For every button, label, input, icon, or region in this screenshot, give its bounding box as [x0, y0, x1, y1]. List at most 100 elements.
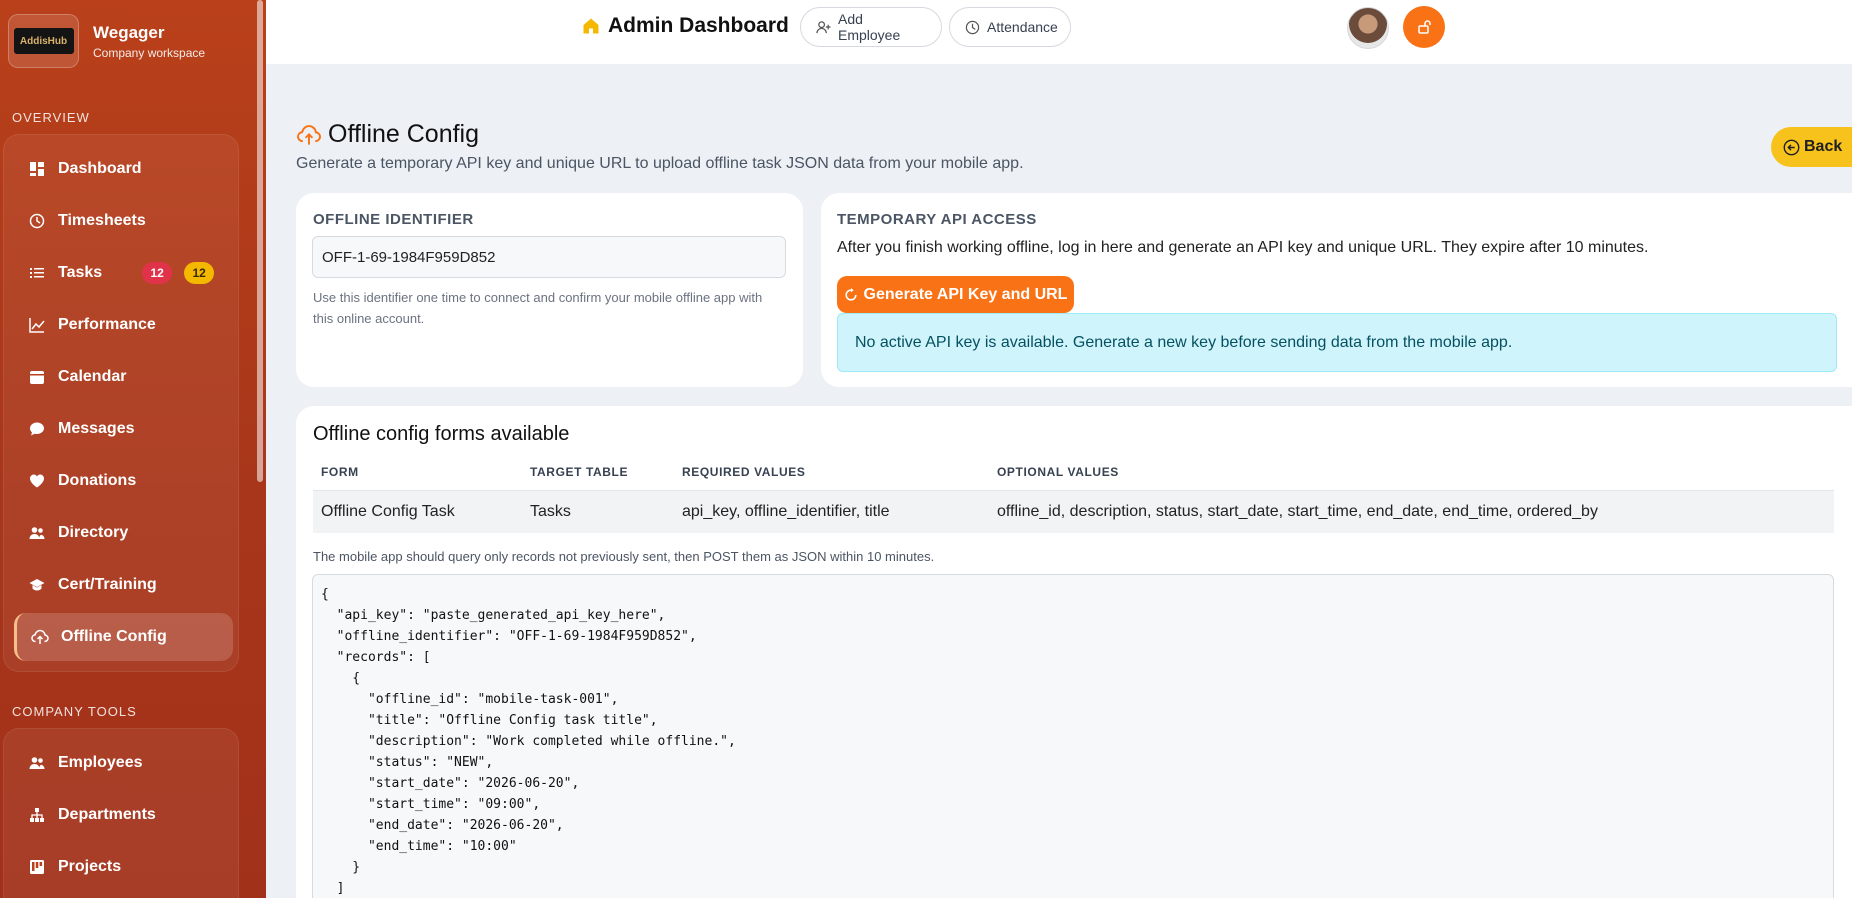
overview-nav-group: Dashboard Timesheets Tasks 12 12 Perform…	[3, 134, 239, 672]
list-icon	[28, 264, 46, 282]
cell-form: Offline Config Task	[313, 490, 522, 533]
app-title: Admin Dashboard	[582, 14, 789, 38]
col-header-required-values: REQUIRED VALUES	[674, 454, 989, 491]
cloud-upload-icon	[31, 628, 49, 646]
back-button[interactable]: Back	[1771, 127, 1852, 167]
back-arrow-icon	[1783, 139, 1800, 156]
sidebar-item-label: Employees	[58, 754, 143, 771]
offline-identifier-hint: Use this identifier one time to connect …	[313, 290, 763, 326]
page-title: Offline Config	[296, 120, 479, 149]
brand-name: Wegager	[93, 22, 165, 42]
add-employee-button[interactable]: Add Employee	[800, 7, 942, 47]
sidebar-item-label: Tasks	[58, 264, 103, 281]
sidebar-item-projects[interactable]: Projects	[14, 843, 233, 891]
company-logo: AddisHub	[8, 14, 79, 68]
company-logo-text: AddisHub	[13, 28, 74, 54]
sidebar-item-label: Cert/Training	[58, 576, 157, 593]
calendar-icon	[28, 368, 46, 386]
tasks-badge-red: 12	[142, 262, 173, 284]
sidebar-item-label: Donations	[58, 472, 137, 489]
sidebar-item-employees[interactable]: Employees	[14, 739, 233, 787]
attendance-button[interactable]: Attendance	[949, 7, 1071, 47]
api-access-label: TEMPORARY API ACCESS	[837, 211, 1037, 228]
dashboard-icon	[28, 160, 46, 178]
unlock-button[interactable]	[1403, 6, 1445, 48]
sidebar-item-label: Dashboard	[58, 160, 142, 177]
forms-card-title: Offline config forms available	[313, 423, 570, 445]
sidebar-item-performance[interactable]: Performance	[14, 301, 233, 349]
json-example-code[interactable]: { "api_key": "paste_generated_api_key_he…	[312, 574, 1834, 898]
clock-icon	[965, 20, 980, 35]
sidebar-item-cert-training[interactable]: Cert/Training	[14, 561, 233, 609]
offline-identifier-card: OFFLINE IDENTIFIER OFF-1-69-1984F959D852…	[296, 193, 803, 387]
brand-subtitle: Company workspace	[93, 45, 206, 60]
user-avatar[interactable]	[1347, 7, 1389, 49]
unlock-icon	[1416, 19, 1432, 35]
col-header-target-table: TARGET TABLE	[522, 454, 674, 491]
offline-identifier-field[interactable]: OFF-1-69-1984F959D852	[312, 236, 786, 278]
app-title-text: Admin Dashboard	[608, 14, 789, 37]
sidebar-item-calendar[interactable]: Calendar	[14, 353, 233, 401]
sidebar-item-label: Directory	[58, 524, 129, 541]
col-header-form: FORM	[313, 454, 522, 491]
sidebar-item-departments[interactable]: Departments	[14, 791, 233, 839]
people-icon	[28, 524, 46, 542]
overview-section-label: OVERVIEW	[12, 110, 90, 125]
sidebar-item-offline-config[interactable]: Offline Config	[14, 613, 233, 661]
cloud-upload-icon	[296, 124, 322, 146]
sidebar-item-directory[interactable]: Directory	[14, 509, 233, 557]
refresh-icon	[844, 287, 858, 302]
tasks-badge-yellow: 12	[184, 262, 215, 284]
cell-optional-values: offline_id, description, status, start_d…	[989, 490, 1834, 533]
graduation-icon	[28, 576, 46, 594]
people-icon	[28, 754, 46, 772]
heart-icon	[28, 472, 46, 490]
sidebar-item-label: Departments	[58, 806, 156, 823]
offline-identifier-label: OFFLINE IDENTIFIER	[313, 211, 474, 228]
offline-forms-card: Offline config forms available FORM TARG…	[296, 406, 1852, 898]
cell-required-values: api_key, offline_identifier, title	[674, 490, 989, 533]
sidebar-item-tasks[interactable]: Tasks 12 12	[14, 249, 233, 297]
generate-api-key-label: Generate API Key and URL	[863, 285, 1068, 303]
sidebar-item-label: Projects	[58, 858, 122, 875]
api-access-description: After you finish working offline, log in…	[837, 239, 1649, 256]
sidebar-item-label: Timesheets	[58, 212, 146, 229]
table-row[interactable]: Offline Config Task Tasks api_key, offli…	[313, 490, 1834, 533]
col-header-optional-values: OPTIONAL VALUES	[989, 454, 1834, 491]
back-label: Back	[1804, 138, 1843, 155]
attendance-label: Attendance	[987, 19, 1058, 35]
generate-api-key-button[interactable]: Generate API Key and URL	[837, 276, 1074, 313]
table-header-row: FORM TARGET TABLE REQUIRED VALUES OPTION…	[313, 454, 1834, 491]
clock-icon	[28, 212, 46, 230]
top-bar: Admin Dashboard Add Employee Attendance	[266, 0, 1852, 64]
sidebar-item-dashboard[interactable]: Dashboard	[14, 145, 233, 193]
forms-note: The mobile app should query only records…	[313, 549, 935, 564]
no-api-key-alert: No active API key is available. Generate…	[837, 313, 1837, 372]
add-employee-label: Add Employee	[838, 11, 901, 43]
sidebar-item-label: Performance	[58, 316, 156, 333]
chart-icon	[28, 316, 46, 334]
offline-identifier-value: OFF-1-69-1984F959D852	[322, 248, 496, 266]
sidebar: AddisHub Wegager Company workspace OVERV…	[0, 0, 266, 898]
sidebar-item-label: Messages	[58, 420, 135, 437]
api-access-card: TEMPORARY API ACCESS After you finish wo…	[821, 193, 1852, 387]
home-icon	[582, 17, 600, 35]
page-title-text: Offline Config	[328, 120, 480, 148]
kanban-icon	[28, 858, 46, 876]
add-user-icon	[816, 20, 831, 35]
brand[interactable]: AddisHub Wegager Company workspace	[8, 14, 258, 68]
sidebar-item-donations[interactable]: Donations	[14, 457, 233, 505]
org-icon	[28, 806, 46, 824]
company-tools-nav-group: Employees Departments Projects	[3, 728, 239, 898]
no-api-key-alert-text: No active API key is available. Generate…	[855, 333, 1513, 351]
offline-forms-table: FORM TARGET TABLE REQUIRED VALUES OPTION…	[313, 454, 1834, 533]
chat-icon	[28, 420, 46, 438]
sidebar-scrollbar[interactable]	[257, 0, 263, 482]
page-subtitle: Generate a temporary API key and unique …	[296, 155, 1024, 172]
sidebar-item-timesheets[interactable]: Timesheets	[14, 197, 233, 245]
cell-target-table: Tasks	[522, 490, 674, 533]
sidebar-item-label: Calendar	[58, 368, 127, 385]
sidebar-item-label: Offline Config	[61, 628, 167, 645]
company-tools-section-label: COMPANY TOOLS	[12, 704, 137, 719]
sidebar-item-messages[interactable]: Messages	[14, 405, 233, 453]
